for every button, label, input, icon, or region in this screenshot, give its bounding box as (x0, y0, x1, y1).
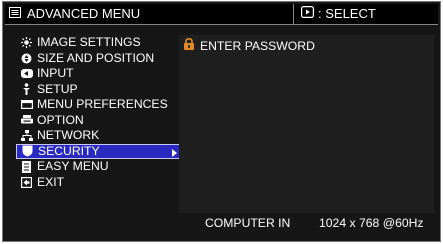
network-icon (19, 130, 34, 142)
menu-list: IMAGE SETTINGS SIZE AND POSITION INPUT S… (16, 35, 182, 190)
input-source: COMPUTER IN (205, 216, 291, 230)
menu-item-label: SECURITY (38, 143, 100, 158)
menu-item-setup[interactable]: SETUP (16, 82, 182, 98)
select-button-icon (301, 6, 315, 21)
menu-item-label: MENU PREFERENCES (37, 97, 168, 111)
select-label: : SELECT (318, 6, 376, 21)
menu-item-label: EXIT (37, 174, 65, 189)
menu-item-size-and-position[interactable]: SIZE AND POSITION (16, 51, 182, 67)
enter-password-item[interactable]: ENTER PASSWORD (183, 37, 315, 53)
title: ADVANCED MENU (9, 6, 140, 21)
menu-item-label: INPUT (37, 66, 74, 80)
osd-window: ADVANCED MENU : SELECT IMAGE SETTINGS SI (2, 1, 441, 242)
enter-password-label: ENTER PASSWORD (200, 38, 315, 53)
menu-icon (9, 6, 21, 21)
lock-icon (183, 37, 195, 53)
easy-menu-icon (19, 160, 34, 173)
resolution: 1024 x 768 @60Hz (319, 216, 424, 230)
menu-item-option[interactable]: OPTION (16, 113, 182, 129)
content-panel: ENTER PASSWORD (179, 35, 434, 213)
menu-item-label: EASY MENU (37, 159, 109, 173)
preferences-icon (19, 100, 34, 110)
menu-item-label: SETUP (37, 81, 78, 96)
position-icon (19, 53, 34, 64)
menu-item-label: IMAGE SETTINGS (37, 35, 141, 49)
sun-icon (19, 37, 34, 49)
title-divider (293, 4, 294, 24)
menu-item-exit[interactable]: EXIT (16, 175, 182, 191)
exit-icon (19, 176, 34, 188)
menu-item-security[interactable]: SECURITY (16, 143, 182, 159)
menu-item-menu-preferences[interactable]: MENU PREFERENCES (16, 97, 182, 113)
status-bar: COMPUTER IN 1024 x 768 @60Hz (179, 214, 434, 232)
menu-item-easy-menu[interactable]: EASY MENU (16, 159, 182, 175)
menu-item-image-settings[interactable]: IMAGE SETTINGS (16, 35, 182, 51)
submenu-arrow-icon (172, 148, 177, 157)
input-icon (19, 69, 34, 79)
select-hint: : SELECT (301, 6, 376, 21)
menu-item-label: SIZE AND POSITION (37, 50, 155, 65)
title-bar: ADVANCED MENU : SELECT (5, 4, 438, 25)
menu-item-label: OPTION (37, 112, 84, 127)
title-label: ADVANCED MENU (27, 6, 141, 21)
menu-item-network[interactable]: NETWORK (16, 128, 182, 144)
menu-item-label: NETWORK (37, 128, 100, 142)
menu-item-input[interactable]: INPUT (16, 66, 182, 82)
setup-icon (19, 83, 34, 96)
option-icon (19, 115, 34, 125)
shield-icon (20, 145, 35, 157)
